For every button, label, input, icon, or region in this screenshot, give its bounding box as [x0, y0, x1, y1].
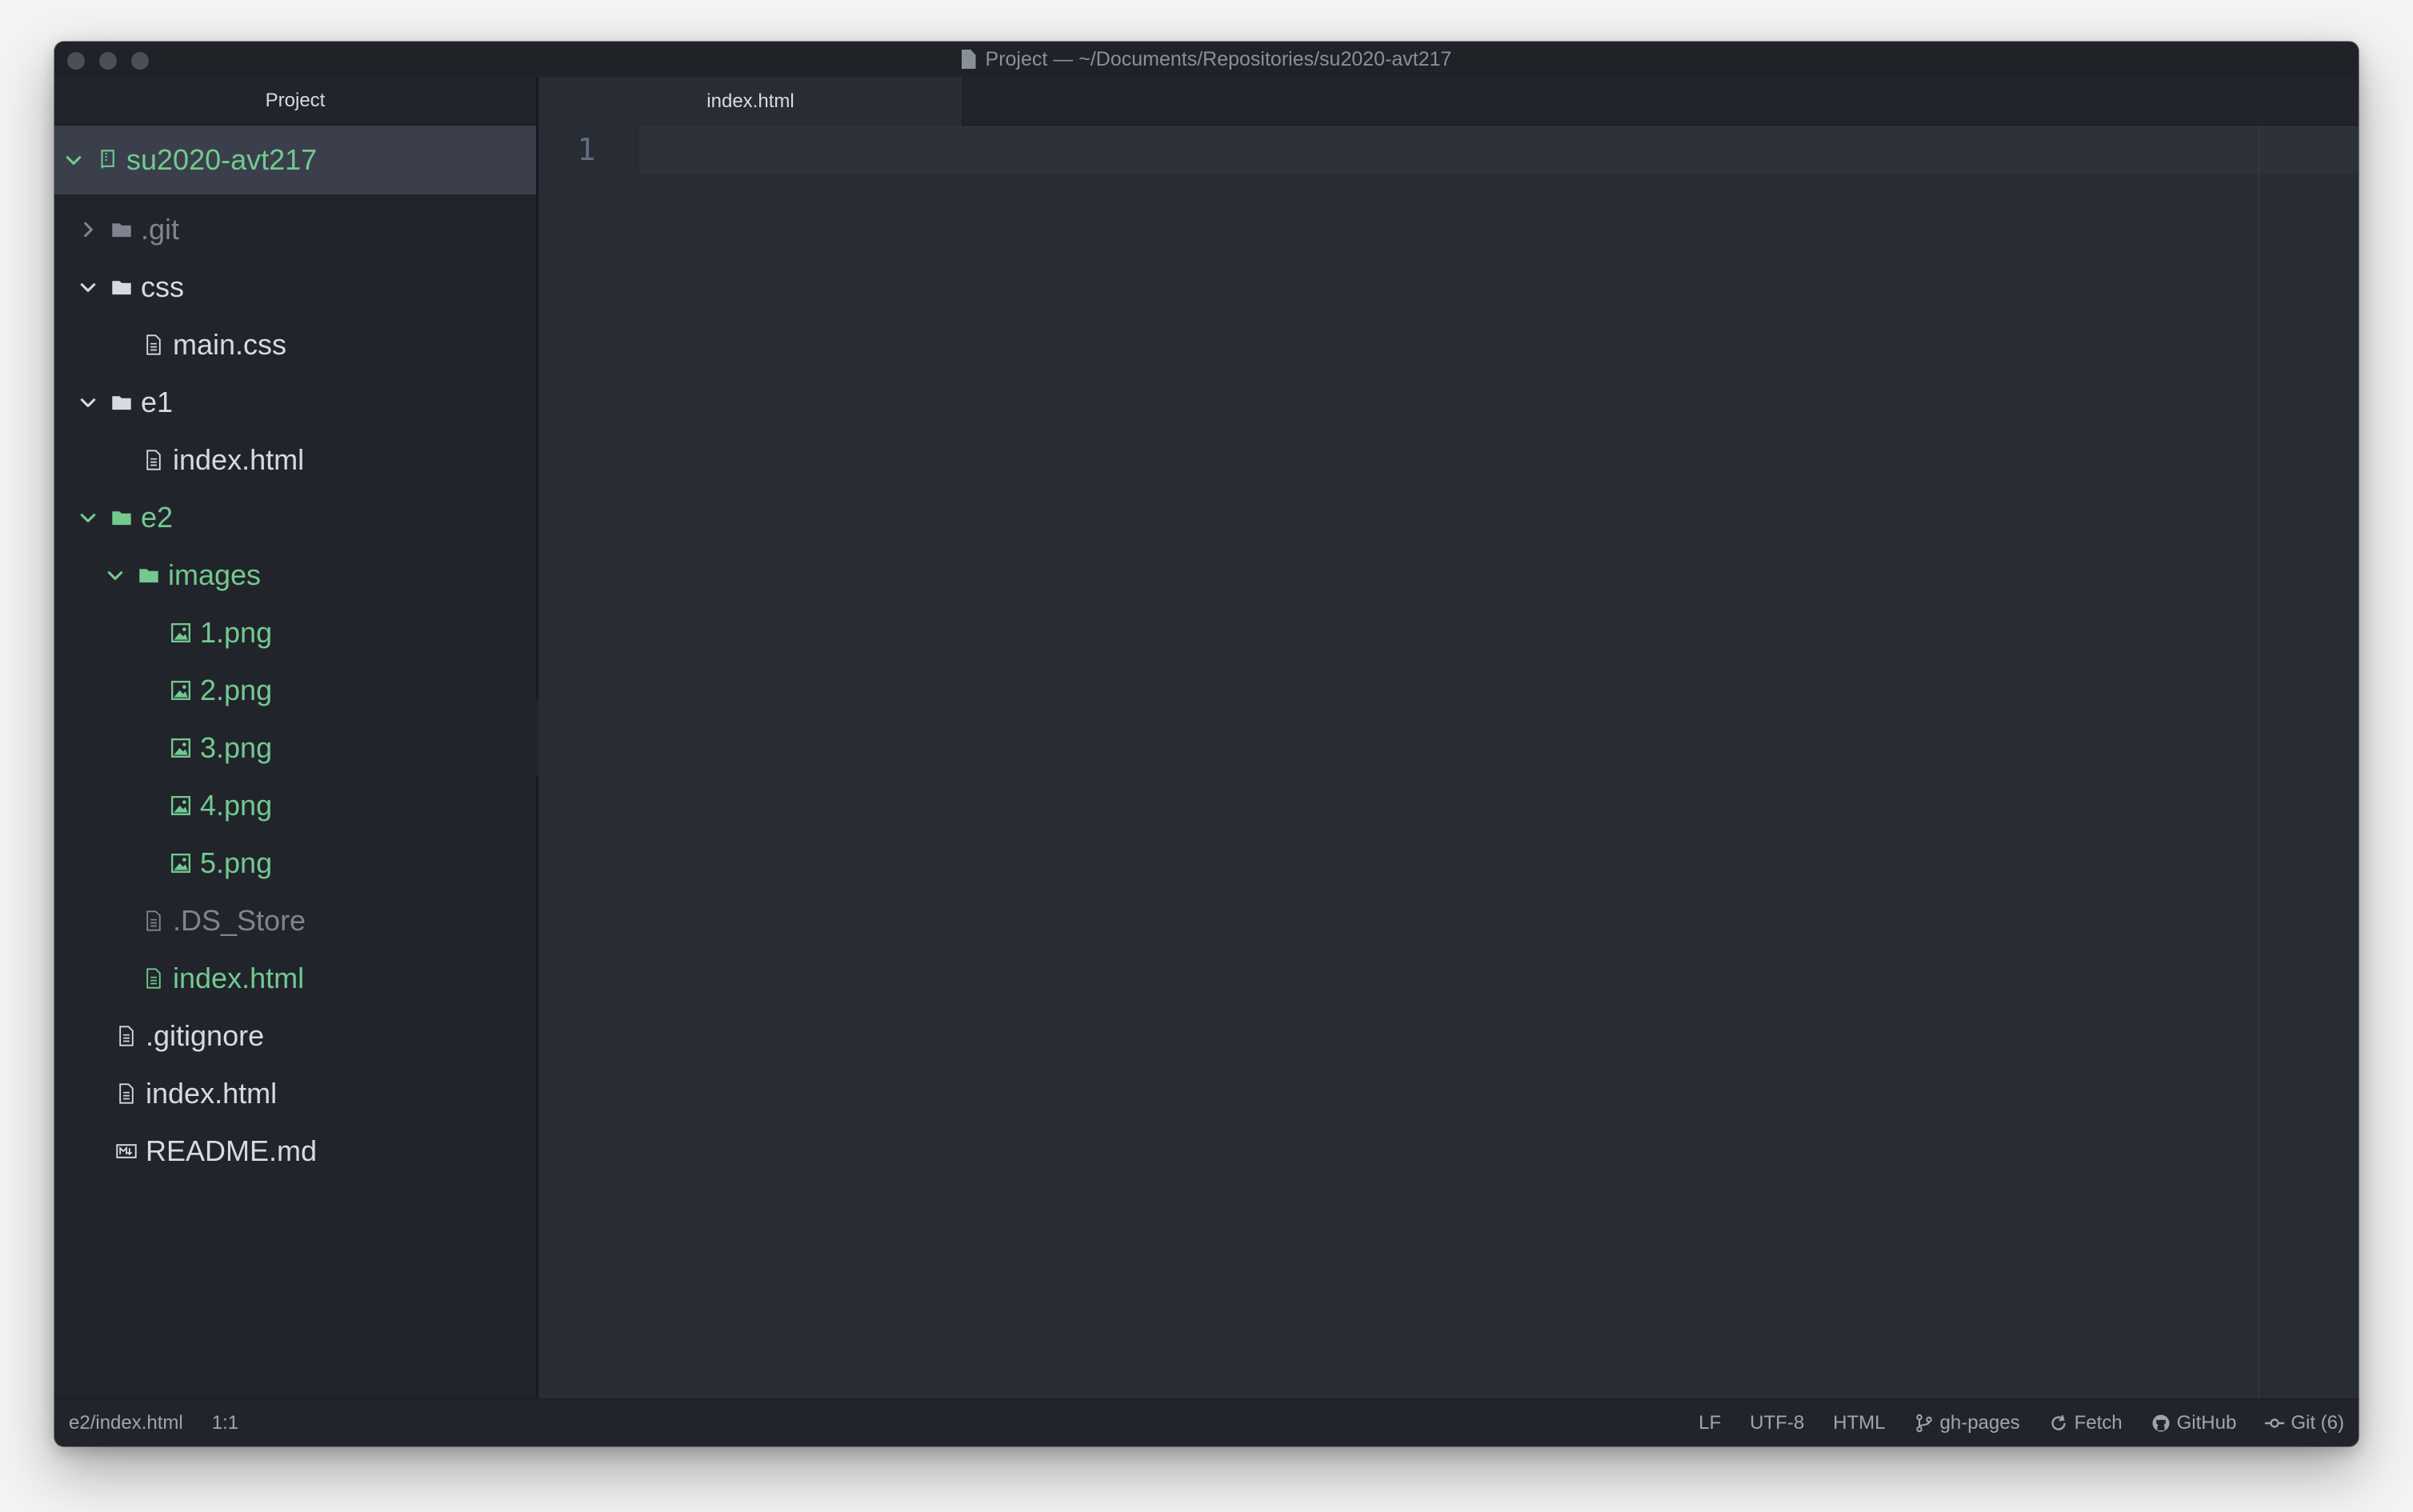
image-icon — [168, 850, 194, 876]
grammar-selector[interactable]: HTML — [1833, 1412, 1885, 1434]
project-panel-header[interactable]: Project — [54, 77, 536, 126]
file-icon — [141, 332, 166, 358]
window-title-text: Project — ~/Documents/Repositories/su202… — [985, 47, 1452, 70]
folder-icon — [109, 274, 134, 300]
tab-index-html[interactable]: index.html — [538, 77, 963, 126]
line-ending-label: LF — [1699, 1411, 1722, 1434]
tree-view: Project su2020-avt217 .git css main.css e1 in… — [54, 77, 538, 1398]
tree-file-ds-store[interactable]: .DS_Store — [54, 892, 536, 950]
fetch-label: Fetch — [2074, 1411, 2123, 1434]
editor-window: Project — ~/Documents/Repositories/su202… — [54, 42, 2359, 1446]
tree-item-label: .gitignore — [146, 1019, 265, 1052]
tree-root-project[interactable]: su2020-avt217 — [54, 126, 536, 194]
markdown-icon — [114, 1138, 139, 1164]
grammar-label: HTML — [1833, 1411, 1886, 1434]
branch-label: gh-pages — [1939, 1411, 2020, 1434]
chevron-down-icon[interactable] — [104, 566, 126, 584]
tab-bar: index.html — [538, 77, 2359, 126]
tree-item-label: 1.png — [200, 616, 273, 649]
tree-file-index-html[interactable]: index.html — [54, 431, 536, 489]
branch-selector[interactable]: gh-pages — [1915, 1412, 2020, 1434]
line-ending-selector[interactable]: LF — [1699, 1412, 1721, 1434]
status-cursor-position[interactable]: 1:1 — [212, 1412, 238, 1434]
tree-item-label: su2020-avt217 — [126, 143, 318, 176]
window-title: Project — ~/Documents/Repositories/su202… — [54, 42, 2359, 77]
github-icon — [2152, 1414, 2170, 1431]
file-icon — [141, 447, 166, 473]
chevron-down-icon[interactable] — [77, 394, 99, 411]
file-icon — [114, 1081, 139, 1106]
git-branch-icon — [1915, 1414, 1932, 1432]
tree-folder-images[interactable]: images — [54, 546, 536, 604]
document-icon — [961, 50, 976, 69]
tree-item-label: README.md — [146, 1134, 318, 1167]
tree-file-1-png[interactable]: 1.png — [54, 604, 536, 662]
tree-item-label: index.html — [173, 443, 305, 476]
folder-icon — [109, 505, 134, 530]
chevron-down-icon[interactable] — [77, 509, 99, 526]
tree-item-label: 2.png — [200, 674, 273, 706]
tree-file-4-png[interactable]: 4.png — [54, 777, 536, 834]
text-editor[interactable]: 1 — [538, 126, 2359, 1398]
image-icon — [168, 793, 194, 818]
tree-file-readme-md[interactable]: README.md — [54, 1122, 536, 1180]
line-number: 1 — [577, 132, 596, 167]
tree-item-label: index.html — [146, 1077, 278, 1110]
git-panel-button[interactable]: Git (6) — [2265, 1412, 2344, 1434]
folder-icon — [109, 217, 134, 242]
git-label: Git (6) — [2291, 1411, 2344, 1434]
tree-file-5-png[interactable]: 5.png — [54, 834, 536, 892]
image-icon — [168, 678, 194, 703]
tree-file-index-html[interactable]: index.html — [54, 1065, 536, 1122]
tree-file-main-css[interactable]: main.css — [54, 316, 536, 374]
tree-folder-e2[interactable]: e2 — [54, 489, 536, 546]
tree-item-label: e1 — [141, 386, 174, 418]
file-icon — [114, 1023, 139, 1049]
fetch-button[interactable]: Fetch — [2049, 1412, 2123, 1434]
tree-item-label: main.css — [173, 328, 287, 361]
github-panel-button[interactable]: GitHub — [2151, 1411, 2237, 1434]
repository-icon — [94, 147, 120, 173]
tree-item-label: e2 — [141, 501, 174, 534]
file-icon — [141, 966, 166, 991]
title-bar: Project — ~/Documents/Repositories/su202… — [54, 42, 2359, 78]
tree-item-label: css — [141, 270, 184, 303]
encoding-selector[interactable]: UTF-8 — [1750, 1412, 1804, 1434]
status-file-path[interactable]: e2/index.html — [69, 1412, 183, 1434]
status-bar: e2/index.html 1:1 LF UTF-8 HTML gh-pages… — [54, 1398, 2359, 1446]
folder-icon — [109, 390, 134, 415]
tree-folder-git[interactable]: .git — [54, 201, 536, 258]
github-label: GitHub — [2176, 1411, 2237, 1434]
tree-file-3-png[interactable]: 3.png — [54, 719, 536, 777]
sync-icon — [2051, 1414, 2066, 1430]
image-icon — [168, 735, 194, 761]
tree-item-label: index.html — [173, 962, 305, 994]
tree-item-label: 3.png — [200, 731, 273, 764]
tree-item-label: 4.png — [200, 789, 273, 822]
cursor-line-highlight — [639, 126, 2359, 174]
chevron-down-icon[interactable] — [77, 278, 99, 296]
chevron-right-icon[interactable] — [77, 221, 99, 238]
tree-file-index-html[interactable]: index.html — [54, 950, 536, 1007]
encoding-label: UTF-8 — [1750, 1411, 1805, 1434]
tree-file-gitignore[interactable]: .gitignore — [54, 1007, 536, 1065]
git-commit-icon — [2265, 1418, 2285, 1428]
file-icon — [141, 908, 166, 934]
chevron-down-icon — [62, 151, 85, 169]
tree-folder-e1[interactable]: e1 — [54, 374, 536, 431]
image-icon — [168, 620, 194, 646]
tree-item-label: images — [168, 558, 262, 591]
folder-icon — [136, 562, 162, 588]
tree-item-label: 5.png — [200, 846, 273, 879]
tree-file-2-png[interactable]: 2.png — [54, 662, 536, 719]
tree-item-label: .DS_Store — [173, 904, 306, 937]
tree-item-label: .git — [141, 213, 180, 246]
tree-folder-css[interactable]: css — [54, 258, 536, 316]
